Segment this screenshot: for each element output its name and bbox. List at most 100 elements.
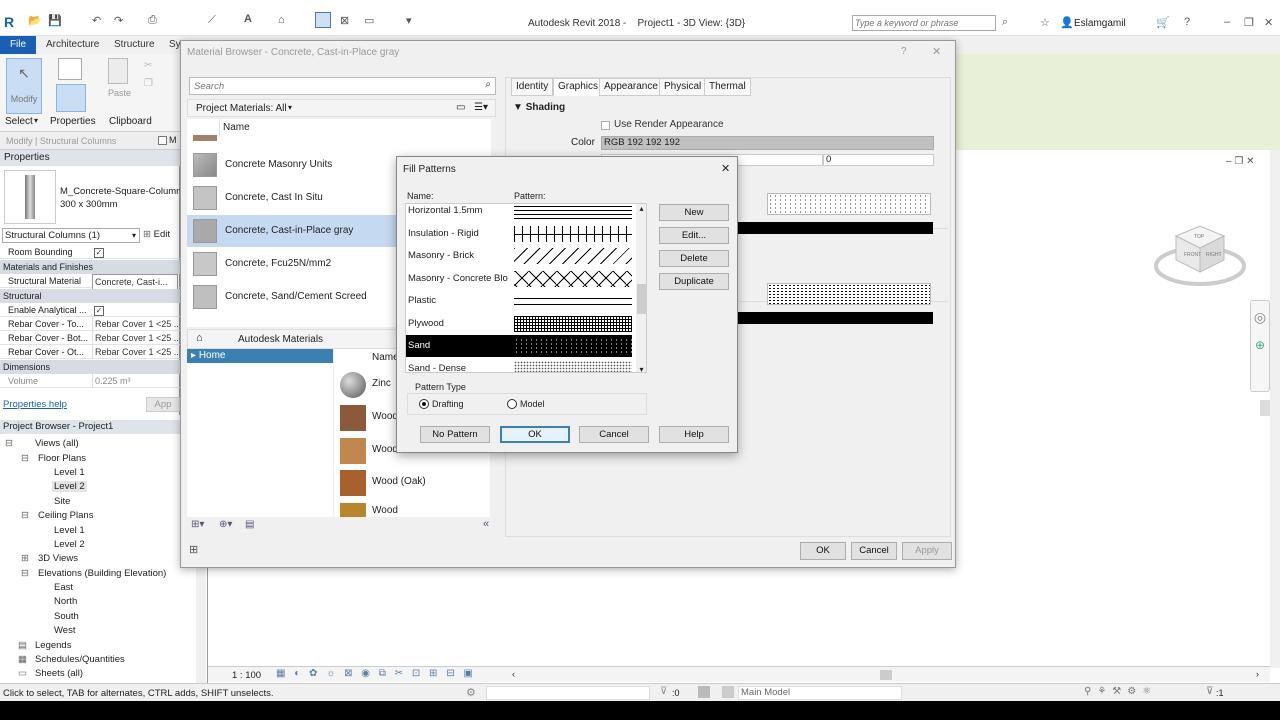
project-materials-filter[interactable]: Project Materials: All [196, 103, 287, 114]
horizontal-scroll-thumb[interactable] [880, 670, 892, 680]
tab-appearance[interactable]: Appearance [599, 78, 663, 96]
tree-elevations[interactable]: Elevations (Building Elevation) [38, 568, 166, 579]
tree-fp-site[interactable]: Site [54, 496, 70, 507]
paste-icon[interactable] [108, 58, 128, 84]
help-icon[interactable]: ? [1184, 16, 1190, 28]
cut-icon[interactable]: ✂ [144, 60, 152, 71]
mb-close-icon[interactable]: ✕ [932, 45, 941, 58]
help-search-input[interactable] [853, 16, 993, 30]
user-name[interactable]: Eslamgamil [1074, 18, 1126, 29]
view-scale[interactable]: 1 : 100 [232, 670, 261, 681]
library-material-row[interactable]: Wood (Oak) [334, 466, 490, 498]
dropdown-icon[interactable]: ▾ [406, 14, 412, 27]
pattern-row[interactable]: Plywood [406, 313, 632, 335]
properties-help-link[interactable]: Properties help [3, 399, 67, 410]
fp-ok-button[interactable]: OK [500, 426, 570, 443]
tree-3d-views[interactable]: 3D Views [38, 553, 78, 564]
view-options-icon[interactable]: ☰▾ [474, 102, 488, 113]
transparency-field[interactable]: 0 [823, 154, 934, 166]
zoom-icon[interactable]: ⊕ [1251, 338, 1269, 352]
expand-floor-plans-icon[interactable]: ⊟ [21, 453, 29, 464]
surface-pattern-color[interactable] [737, 222, 933, 234]
model-radio[interactable] [507, 399, 517, 409]
tab-thermal[interactable]: Thermal [704, 78, 751, 96]
color-swatch-field[interactable]: RGB 192 192 192 [601, 136, 934, 150]
fp-cancel-button[interactable]: Cancel [579, 426, 649, 443]
mb-help-icon[interactable]: ? [901, 46, 907, 57]
tab-systems[interactable]: Sy [169, 39, 181, 50]
navigation-bar[interactable]: ◎ ⊕ [1250, 300, 1270, 392]
library-name[interactable]: Autodesk Materials [238, 334, 323, 345]
material-search-input[interactable] [190, 78, 470, 94]
viewcube[interactable]: FRONT RIGHT TOP [1152, 206, 1248, 290]
rebar-other-value[interactable]: Rebar Cover 1 <25 ... [92, 345, 178, 359]
tab-structure[interactable]: Structure [114, 39, 155, 50]
asset-editor-icon[interactable]: ▤ [245, 519, 254, 530]
rebar-top-value[interactable]: Rebar Cover 1 <25 ... [92, 317, 178, 331]
pattern-row[interactable]: Sand - Dense [406, 358, 632, 372]
home-icon[interactable]: ⌂ [196, 332, 203, 344]
material-search-box[interactable]: ⌕ [189, 77, 496, 95]
expand-ceiling-plans-icon[interactable]: ⊟ [21, 510, 29, 521]
search-box[interactable] [852, 15, 996, 31]
undo-icon[interactable]: ↶ [92, 14, 101, 27]
pattern-row[interactable]: Insulation - Rigid [406, 223, 632, 245]
tree-fp-level-1[interactable]: Level 1 [54, 467, 85, 478]
fp-close-icon[interactable]: ✕ [721, 162, 730, 175]
properties-button[interactable] [56, 84, 86, 112]
scroll-up-icon[interactable]: ▴ [636, 204, 646, 213]
pattern-list-scrollbar[interactable]: ▴ ▾ [636, 204, 646, 372]
cut-pattern-preview[interactable] [767, 283, 931, 305]
canvas-right-scroll[interactable] [1270, 150, 1280, 668]
tree-cp-level-1[interactable]: Level 1 [54, 525, 85, 536]
structural-material-value[interactable]: Concrete, Cast-i... [92, 274, 178, 290]
tab-graphics[interactable]: Graphics [553, 78, 604, 96]
view-controls-icons[interactable]: ▦ ◐ ✿ ☼ ⊠ ◉ ⧉ ✂ ⊡ ⊞ ⊟ ▣ [276, 668, 476, 679]
tab-physical[interactable]: Physical [659, 78, 707, 96]
tree-north[interactable]: North [54, 596, 77, 607]
measure-icon[interactable]: ⟋ [208, 14, 216, 27]
enable-analytical-checkbox[interactable]: ✓ [92, 303, 178, 317]
material-browser-options-icon[interactable]: ⊞ [189, 543, 198, 556]
editable-only-icon[interactable] [698, 686, 710, 698]
revit-logo-icon[interactable]: R [4, 14, 14, 30]
scroll-thumb[interactable] [637, 284, 646, 314]
drafting-radio[interactable] [419, 399, 429, 409]
binoculars-icon[interactable]: ⌕ [1002, 16, 1008, 29]
thin-lines-icon[interactable] [315, 12, 331, 28]
selection-filter-icon[interactable]: ⊽ [1206, 686, 1213, 697]
tree-cp-level-2[interactable]: Level 2 [54, 539, 85, 550]
tab-file[interactable]: File [0, 36, 36, 54]
close-icon[interactable]: ✕ [1264, 16, 1273, 29]
tree-fp-level-2[interactable]: Level 2 [52, 481, 87, 492]
tree-legends[interactable]: Legends [35, 640, 71, 651]
tree-views-all[interactable]: Views (all) [35, 438, 79, 449]
scroll-left-icon[interactable]: ‹ [512, 669, 515, 679]
view-restore-icon[interactable]: ❐ [1234, 156, 1243, 167]
design-option-dropdown[interactable]: Main Model [738, 686, 902, 700]
fp-new-button[interactable]: New [659, 204, 729, 221]
scroll-right-icon[interactable]: › [1256, 669, 1259, 679]
tab-identity[interactable]: Identity [511, 78, 554, 96]
cut-pattern-color[interactable] [737, 312, 933, 324]
show-hide-library-icon[interactable]: ▭ [456, 102, 465, 113]
pattern-row[interactable]: Masonry - Brick [406, 245, 632, 267]
fp-delete-button[interactable]: Delete [659, 250, 729, 267]
filter-dropdown-icon[interactable]: ▾ [288, 103, 292, 112]
use-render-checkbox[interactable] [601, 121, 610, 130]
copy-icon[interactable]: ❐ [144, 78, 153, 89]
user-icon[interactable]: 👤 [1060, 16, 1074, 29]
fp-duplicate-button[interactable]: Duplicate [659, 273, 729, 290]
workset-dropdown[interactable] [486, 686, 650, 700]
modify-button[interactable]: ↖ Modify [6, 58, 42, 114]
worksets-icon[interactable]: ⚙ [466, 686, 476, 699]
save-icon[interactable]: 💾 [48, 14, 62, 27]
close-hidden-icon[interactable]: ⊠ [340, 14, 349, 27]
create-material-icon[interactable]: ⊞▾ [191, 519, 204, 530]
collapse-icon[interactable]: « [483, 518, 489, 530]
print-icon[interactable]: ⎙ [148, 14, 157, 27]
tree-floor-plans[interactable]: Floor Plans [38, 453, 86, 464]
pattern-row[interactable]: Masonry - Concrete Blo [406, 268, 632, 290]
tree-south[interactable]: South [54, 611, 79, 622]
pattern-row[interactable]: Horizontal 1.5mm [406, 204, 632, 222]
